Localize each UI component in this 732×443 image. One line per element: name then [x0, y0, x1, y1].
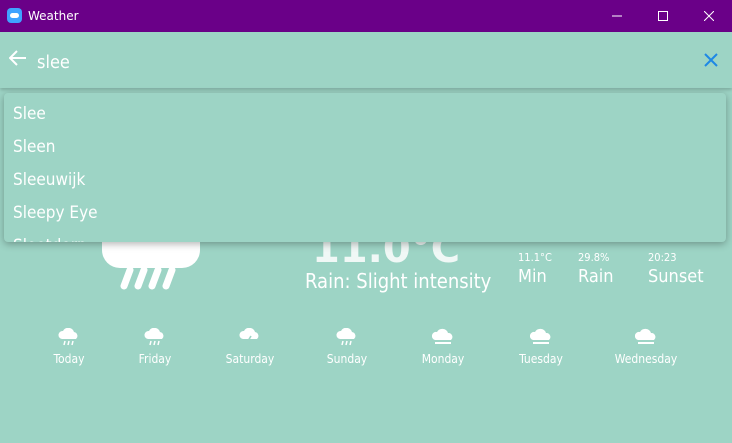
stat-min: 11.1°C Min	[518, 251, 552, 287]
thunder-cloud-icon	[239, 328, 259, 346]
window-title: Weather	[28, 9, 79, 23]
rain-cloud-icon	[102, 238, 200, 268]
clear-search-icon[interactable]	[703, 52, 719, 68]
forecast-day-monday[interactable]: Monday	[398, 328, 488, 367]
forecast-day-friday[interactable]: Friday	[110, 328, 200, 367]
suggestion-item[interactable]: Sleepy Eye	[4, 197, 726, 230]
cloud-icon	[432, 328, 453, 344]
stat-label: Min	[518, 266, 547, 287]
suggestion-item[interactable]: Sleen	[4, 131, 726, 164]
minimize-icon	[612, 15, 622, 17]
suggestion-item[interactable]: Slee	[4, 98, 726, 131]
forecast-day-label: Friday	[138, 352, 172, 366]
rain-cloud-icon	[336, 328, 356, 346]
current-condition: Rain: Slight intensity	[305, 269, 492, 293]
stat-value: 11.1°C	[518, 251, 552, 264]
cloud-icon	[530, 328, 551, 344]
forecast-day-label: Sunday	[326, 352, 368, 366]
cloud-icon	[635, 328, 656, 344]
forecast-day-label: Monday	[421, 352, 465, 366]
stat-sunset: 20:23 Sunset	[648, 251, 704, 287]
forecast-day-wednesday[interactable]: Wednesday	[601, 328, 691, 367]
search-bar	[0, 32, 732, 88]
search-input[interactable]	[37, 49, 677, 75]
stat-label: Sunset	[648, 266, 704, 287]
forecast-day-saturday[interactable]: Saturday	[205, 328, 295, 367]
stat-value: 20:23	[648, 251, 677, 264]
suggestion-item[interactable]: Sleeuwijk	[4, 164, 726, 197]
stat-value: 29.8%	[578, 251, 610, 264]
stat-label: Rain	[578, 266, 614, 287]
forecast-day-label: Saturday	[225, 352, 275, 366]
search-suggestions: Slee Sleen Sleeuwijk Sleepy Eye Slootdor…	[4, 93, 726, 242]
suggestion-item[interactable]: Slootdorp	[4, 230, 726, 242]
forecast-day-today[interactable]: Today	[24, 328, 114, 367]
maximize-button[interactable]	[640, 0, 686, 32]
close-icon	[704, 11, 714, 21]
minimize-button[interactable]	[594, 0, 640, 32]
maximize-icon	[658, 11, 668, 21]
close-window-button[interactable]	[686, 0, 732, 32]
forecast-day-label: Tuesday	[519, 352, 563, 366]
rain-cloud-icon	[58, 328, 78, 346]
rain-drops-icon	[120, 266, 176, 290]
forecast-day-sunday[interactable]: Sunday	[302, 328, 392, 367]
stat-rain: 29.8% Rain	[578, 251, 614, 287]
rain-cloud-icon	[144, 328, 164, 346]
title-bar: Weather	[0, 0, 732, 32]
forecast-day-label: Wednesday	[614, 352, 678, 366]
weather-app-icon	[7, 8, 22, 23]
forecast-day-tuesday[interactable]: Tuesday	[496, 328, 586, 367]
forecast-day-label: Today	[53, 352, 85, 366]
back-arrow-icon[interactable]	[9, 50, 27, 66]
